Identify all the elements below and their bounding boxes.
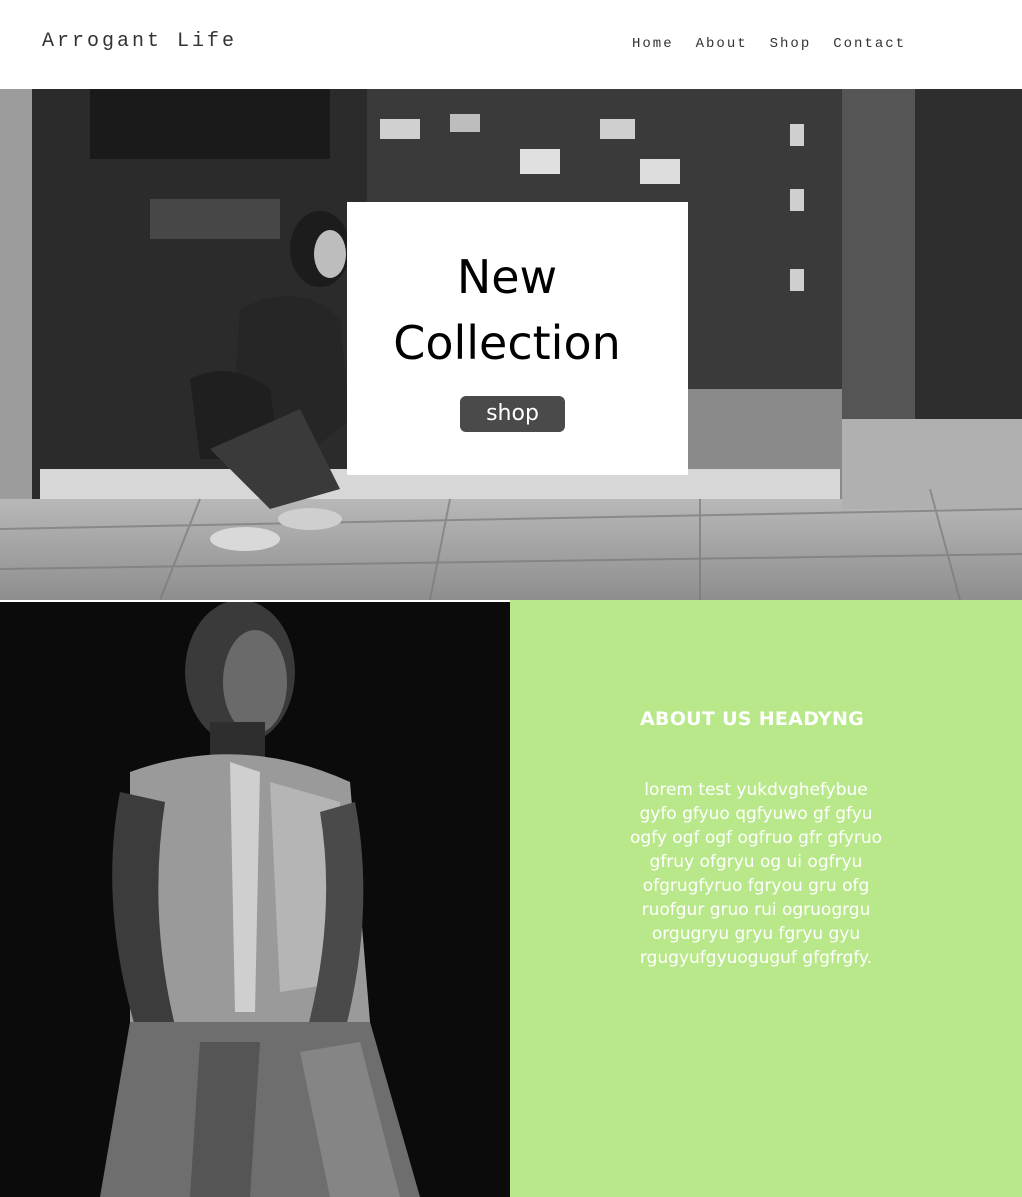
portrait-image: [0, 602, 510, 1197]
about-section: ABOUT US HEADYNG lorem test yukdvghefybu…: [510, 600, 1022, 1197]
about-body-text: lorem test yukdvghefybue gyfo gfyuo qgfy…: [629, 780, 883, 968]
hero-title: New Collection: [393, 250, 621, 370]
nav-home-link[interactable]: Home: [632, 36, 674, 52]
nav-about-link[interactable]: About: [696, 36, 748, 52]
hero-banner: New Collection shop: [0, 89, 1022, 600]
portrait-photo: [0, 602, 510, 1197]
shop-button[interactable]: shop: [460, 396, 565, 432]
about-heading: ABOUT US HEADYNG: [639, 708, 865, 730]
site-logo[interactable]: Arrogant Life: [42, 30, 237, 53]
hero-card: New Collection shop: [347, 202, 688, 475]
nav-contact-link[interactable]: Contact: [833, 36, 906, 52]
nav-shop-link[interactable]: Shop: [770, 36, 812, 52]
main-nav: Home About Shop Contact: [632, 36, 906, 52]
site-header: Arrogant Life Home About Shop Contact: [0, 0, 1022, 89]
